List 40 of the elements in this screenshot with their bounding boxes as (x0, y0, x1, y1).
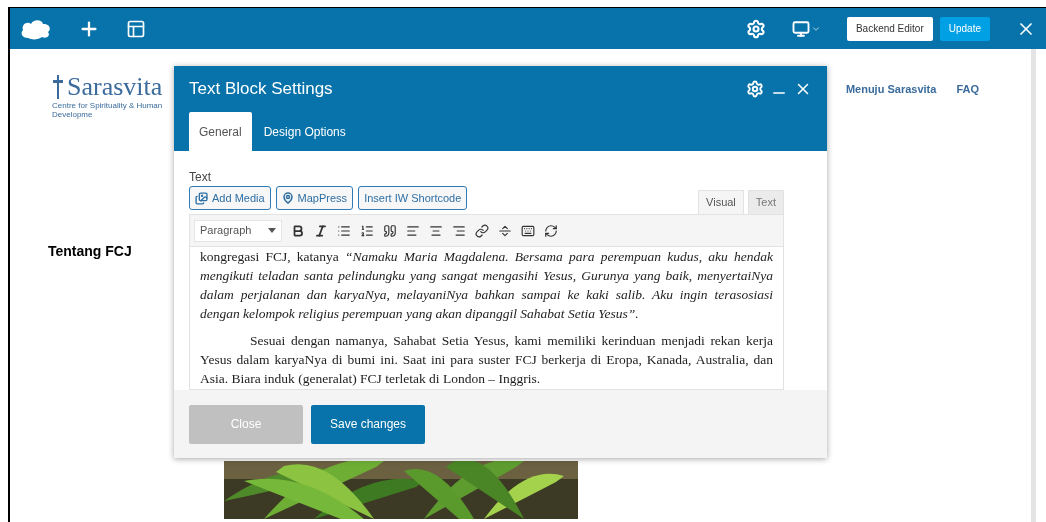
refresh-icon[interactable] (544, 223, 558, 238)
cross-logo-icon (52, 75, 64, 99)
backend-editor-button[interactable]: Backend Editor (846, 16, 933, 41)
nav-link[interactable]: FAQ (956, 81, 979, 98)
italic-icon[interactable] (314, 223, 328, 238)
device-preview-icon[interactable] (791, 19, 821, 38)
logo-name: Sarasvita (67, 73, 163, 101)
settings-icon[interactable] (746, 80, 764, 98)
field-label: Text (189, 170, 211, 184)
logo-tagline: Centre for Spirituality & Human Developme (52, 101, 164, 119)
dialog-tab[interactable]: Design Options (253, 112, 356, 151)
keyboard-icon[interactable] (521, 223, 535, 238)
save-button[interactable]: Save changes (311, 404, 425, 444)
align-right-icon[interactable] (452, 223, 466, 238)
bullet-list-icon[interactable] (337, 223, 351, 238)
media-button[interactable]: MapPress (275, 186, 354, 210)
separator-icon[interactable] (498, 223, 512, 238)
format-select[interactable]: Paragraph (194, 219, 282, 242)
numbered-list-icon[interactable] (360, 223, 374, 238)
map-pin-icon (281, 192, 294, 204)
bold-icon[interactable] (291, 223, 305, 238)
align-left-icon[interactable] (406, 223, 420, 238)
media-button[interactable]: Insert IW Shortcode (358, 186, 468, 210)
dialog-title: Text Block Settings (189, 78, 333, 101)
layout-icon[interactable] (126, 18, 146, 39)
settings-icon[interactable] (745, 18, 766, 39)
dialog-tab[interactable]: General (189, 112, 252, 151)
cloud-logo-icon[interactable] (20, 17, 52, 40)
update-button[interactable]: Update (939, 16, 990, 41)
section-heading: Tentang FCJ (48, 242, 132, 261)
editor-tab[interactable]: Visual (698, 190, 744, 214)
media-icon (195, 191, 208, 205)
nav-link[interactable]: Menuju Sarasvita (845, 81, 937, 98)
media-button[interactable]: Add Media (189, 186, 271, 210)
editor-paragraph: Sesuai dengan namanya, Sahabat Setia Yesus, kami memiliki kerinduan menjadi rekan kerja Yesus dalam karyaNya di bumi ini. Saat ini para suster FCJ berkerja di Eropa, Kanada, Australia, dan Asia. Biara induk (generalat) FCJ terletak di London – Inggris. (200, 332, 773, 388)
align-center-icon[interactable] (429, 223, 443, 238)
link-icon[interactable] (475, 223, 489, 238)
editor-paragraph: kongregasi FCJ, katanya “Namaku Maria Magdalena. Bersama para perempuan kudus, aku hendak mengikuti teladan santa pelindungku yang sangat mengasihi Yesus, Gurunya yang baik, menyertaiNya dalam perjalanan dan karyaNya, melayaniNya bahkan sampai ke kaki salib. Aku ingin terasosiasi dengan kelompok religius perempuan yang akan dipanggil Sahabat Setia Yesus”. (200, 248, 773, 323)
quote-icon[interactable] (383, 223, 397, 238)
editor-tab[interactable]: Text (747, 190, 784, 214)
